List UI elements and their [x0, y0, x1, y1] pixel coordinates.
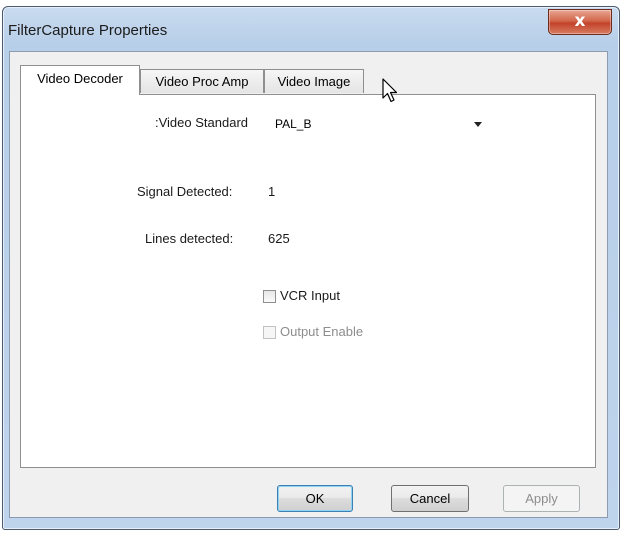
lines-detected-value: 625: [268, 231, 290, 246]
tab-video-decoder[interactable]: Video Decoder: [20, 65, 140, 95]
signal-detected-value: 1: [268, 184, 276, 199]
output-enable-label: Output Enable: [280, 324, 364, 339]
video-standard-value: PAL_B: [275, 117, 312, 131]
video-decoder-page: :Video Standard PAL_B Signal Detected: 1…: [20, 94, 596, 468]
tab-video-image[interactable]: Video Image: [264, 69, 364, 93]
cancel-button[interactable]: Cancel: [391, 485, 469, 512]
dialog-client-area: Video Decoder Video Proc Amp Video Image…: [9, 51, 608, 518]
checkbox-box[interactable]: [263, 290, 276, 303]
ok-button[interactable]: OK: [277, 485, 353, 512]
close-button[interactable]: x: [548, 9, 612, 35]
video-standard-label: :Video Standard: [155, 115, 248, 130]
mouse-pointer-icon: [382, 78, 398, 103]
apply-button: Apply: [503, 485, 580, 512]
video-standard-select[interactable]: PAL_B: [269, 112, 491, 136]
window-title: FilterCapture Properties: [8, 22, 168, 39]
close-icon: x: [574, 11, 586, 31]
signal-detected-label: Signal Detected:: [137, 184, 233, 199]
tab-video-proc-amp[interactable]: Video Proc Amp: [140, 69, 264, 93]
lines-detected-label: Lines detected:: [145, 231, 234, 246]
vcr-input-label[interactable]: VCR Input: [280, 288, 340, 303]
chevron-down-icon: [474, 122, 482, 127]
checkbox-box-disabled: [263, 326, 276, 339]
